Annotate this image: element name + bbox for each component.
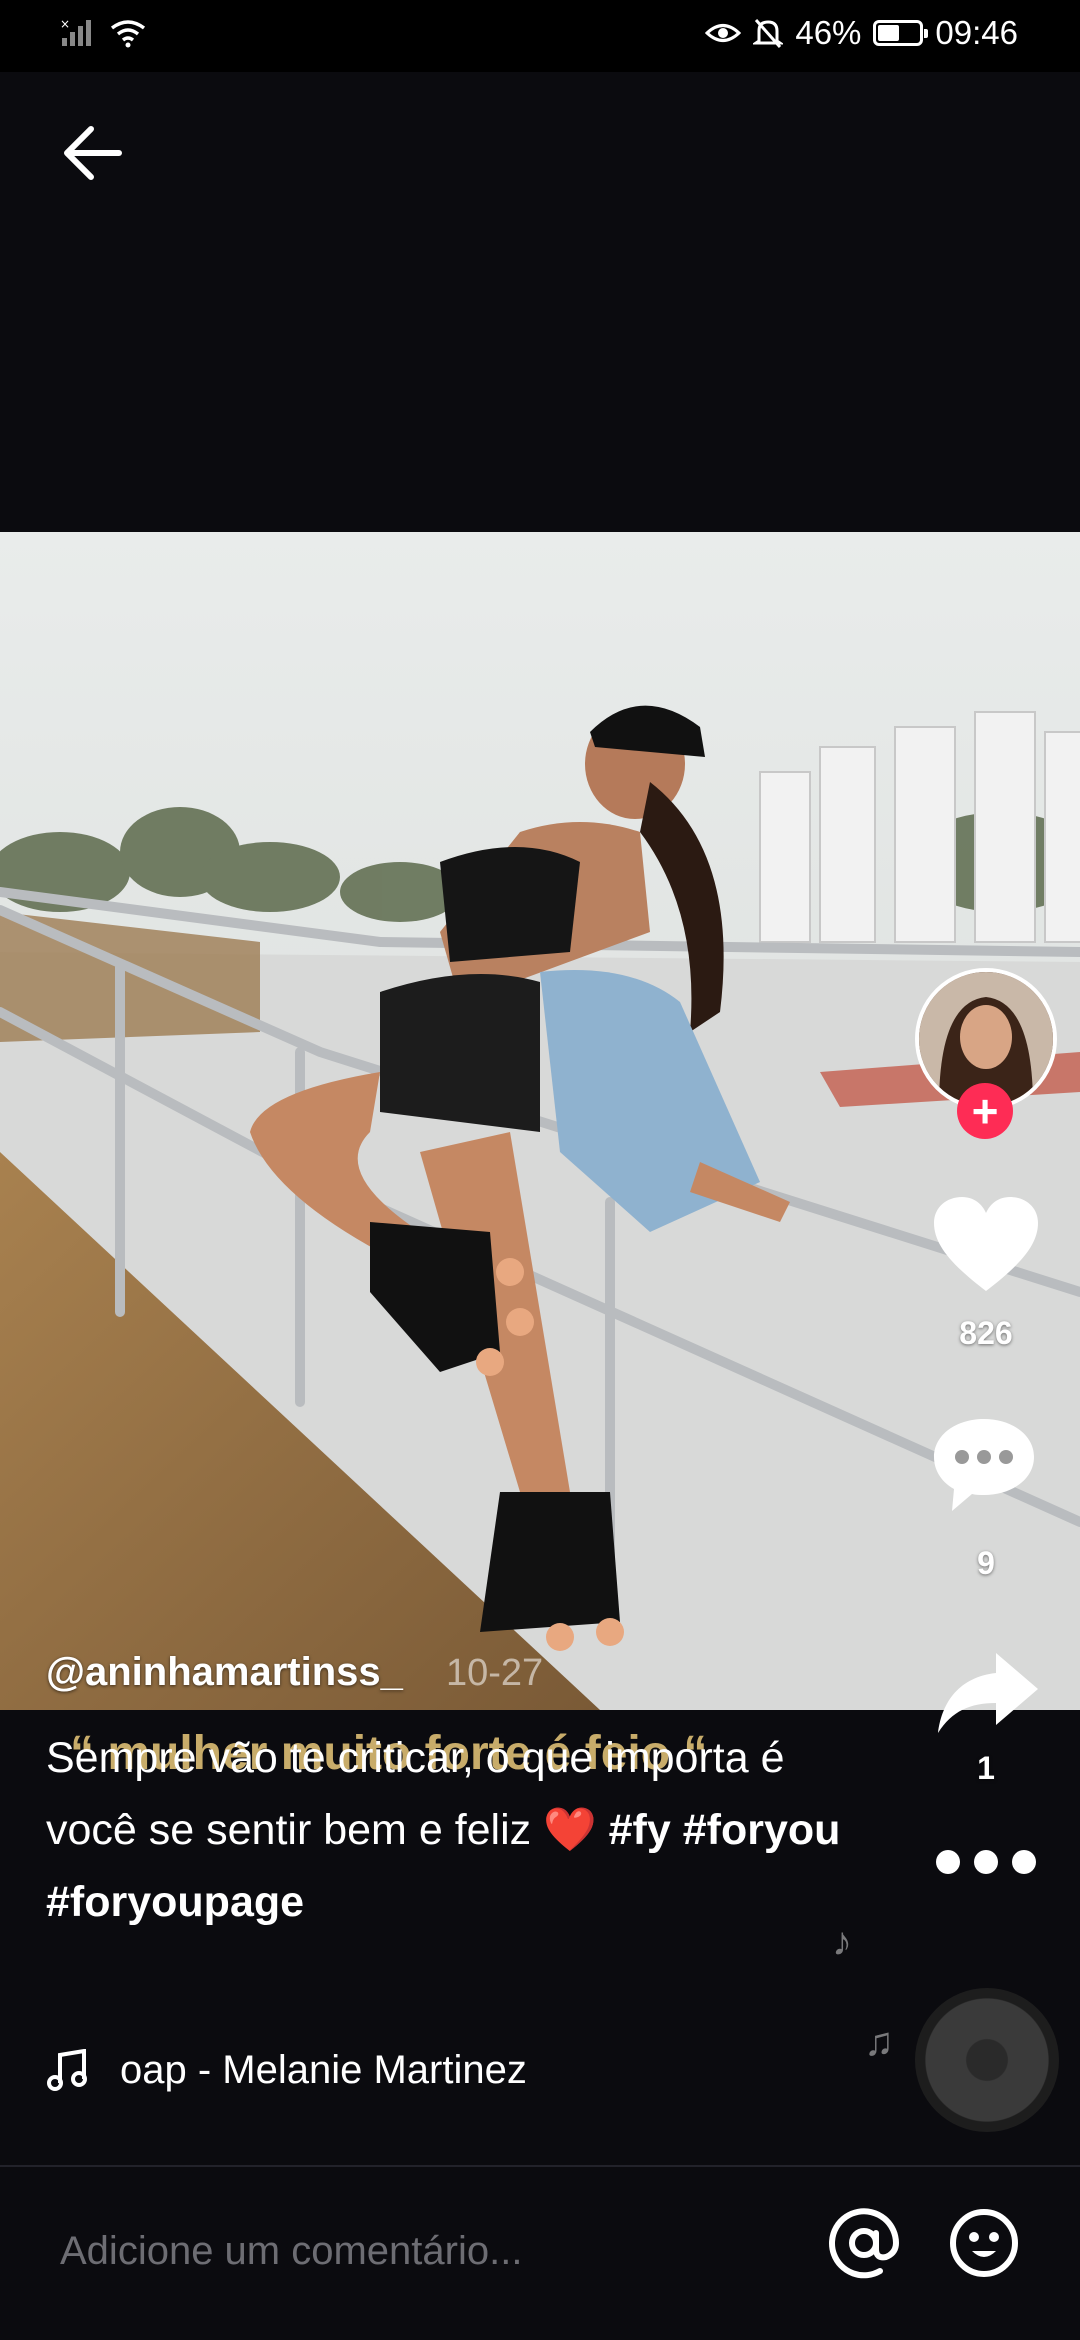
heart-icon (934, 1197, 1038, 1291)
mute-bell-icon (753, 19, 784, 48)
status-right: 46% 09:46 (705, 14, 1018, 52)
share-button[interactable] (935, 1650, 1041, 1736)
battery-fill (878, 25, 899, 41)
floating-note-icon: ♪ (832, 1920, 852, 1964)
emoji-button[interactable] (948, 2207, 1020, 2279)
post-date: 10-27 (446, 1652, 544, 1694)
back-button[interactable] (55, 115, 131, 191)
mention-button[interactable] (828, 2207, 900, 2279)
comment-count: 9 (977, 1545, 995, 1581)
post-caption: Sempre vão te criticar, o que importa é … (46, 1722, 846, 1938)
share-icon (938, 1653, 1038, 1733)
comment-input[interactable]: Adicione um comentário... (60, 2229, 522, 2274)
status-bar: × 46% 09:46 (0, 0, 1080, 72)
battery-icon (873, 20, 929, 46)
more-button[interactable] (936, 1850, 1036, 1874)
music-disc[interactable] (915, 1988, 1059, 2132)
share-count: 1 (977, 1750, 995, 1786)
caption-heart-emoji: ❤️ (543, 1806, 597, 1854)
emoji-icon (950, 2209, 1018, 2277)
like-count: 826 (959, 1315, 1013, 1351)
music-title: oap - Melanie Martinez (120, 2048, 527, 2092)
status-left: × (60, 18, 148, 48)
author-username[interactable]: @aninhamartinss_ (46, 1650, 403, 1695)
at-icon (829, 2208, 900, 2279)
battery-percent: 46% (795, 14, 862, 51)
comment-bar: Adicione um comentário... (0, 2167, 1080, 2340)
back-arrow-icon (64, 126, 122, 180)
comment-icon (934, 1419, 1034, 1511)
svg-text:×: × (60, 18, 70, 31)
comment-button[interactable] (930, 1415, 1038, 1515)
clock: 09:46 (935, 14, 1018, 51)
more-icon (936, 1850, 960, 1874)
more-dot (1012, 1850, 1036, 1874)
wifi-icon (110, 20, 146, 48)
signal-icon: × (60, 18, 91, 46)
eye-icon (705, 24, 742, 42)
video-frame[interactable] (0, 532, 1080, 1710)
music-row[interactable]: oap - Melanie Martinez (46, 2048, 590, 2093)
follow-button[interactable]: + (957, 1083, 1013, 1139)
video-top-area (0, 72, 1080, 532)
floating-note-icon: ♫ (864, 2020, 894, 2064)
more-dot (974, 1850, 998, 1874)
music-note-icon (47, 2048, 87, 2091)
like-button[interactable] (930, 1193, 1042, 1297)
